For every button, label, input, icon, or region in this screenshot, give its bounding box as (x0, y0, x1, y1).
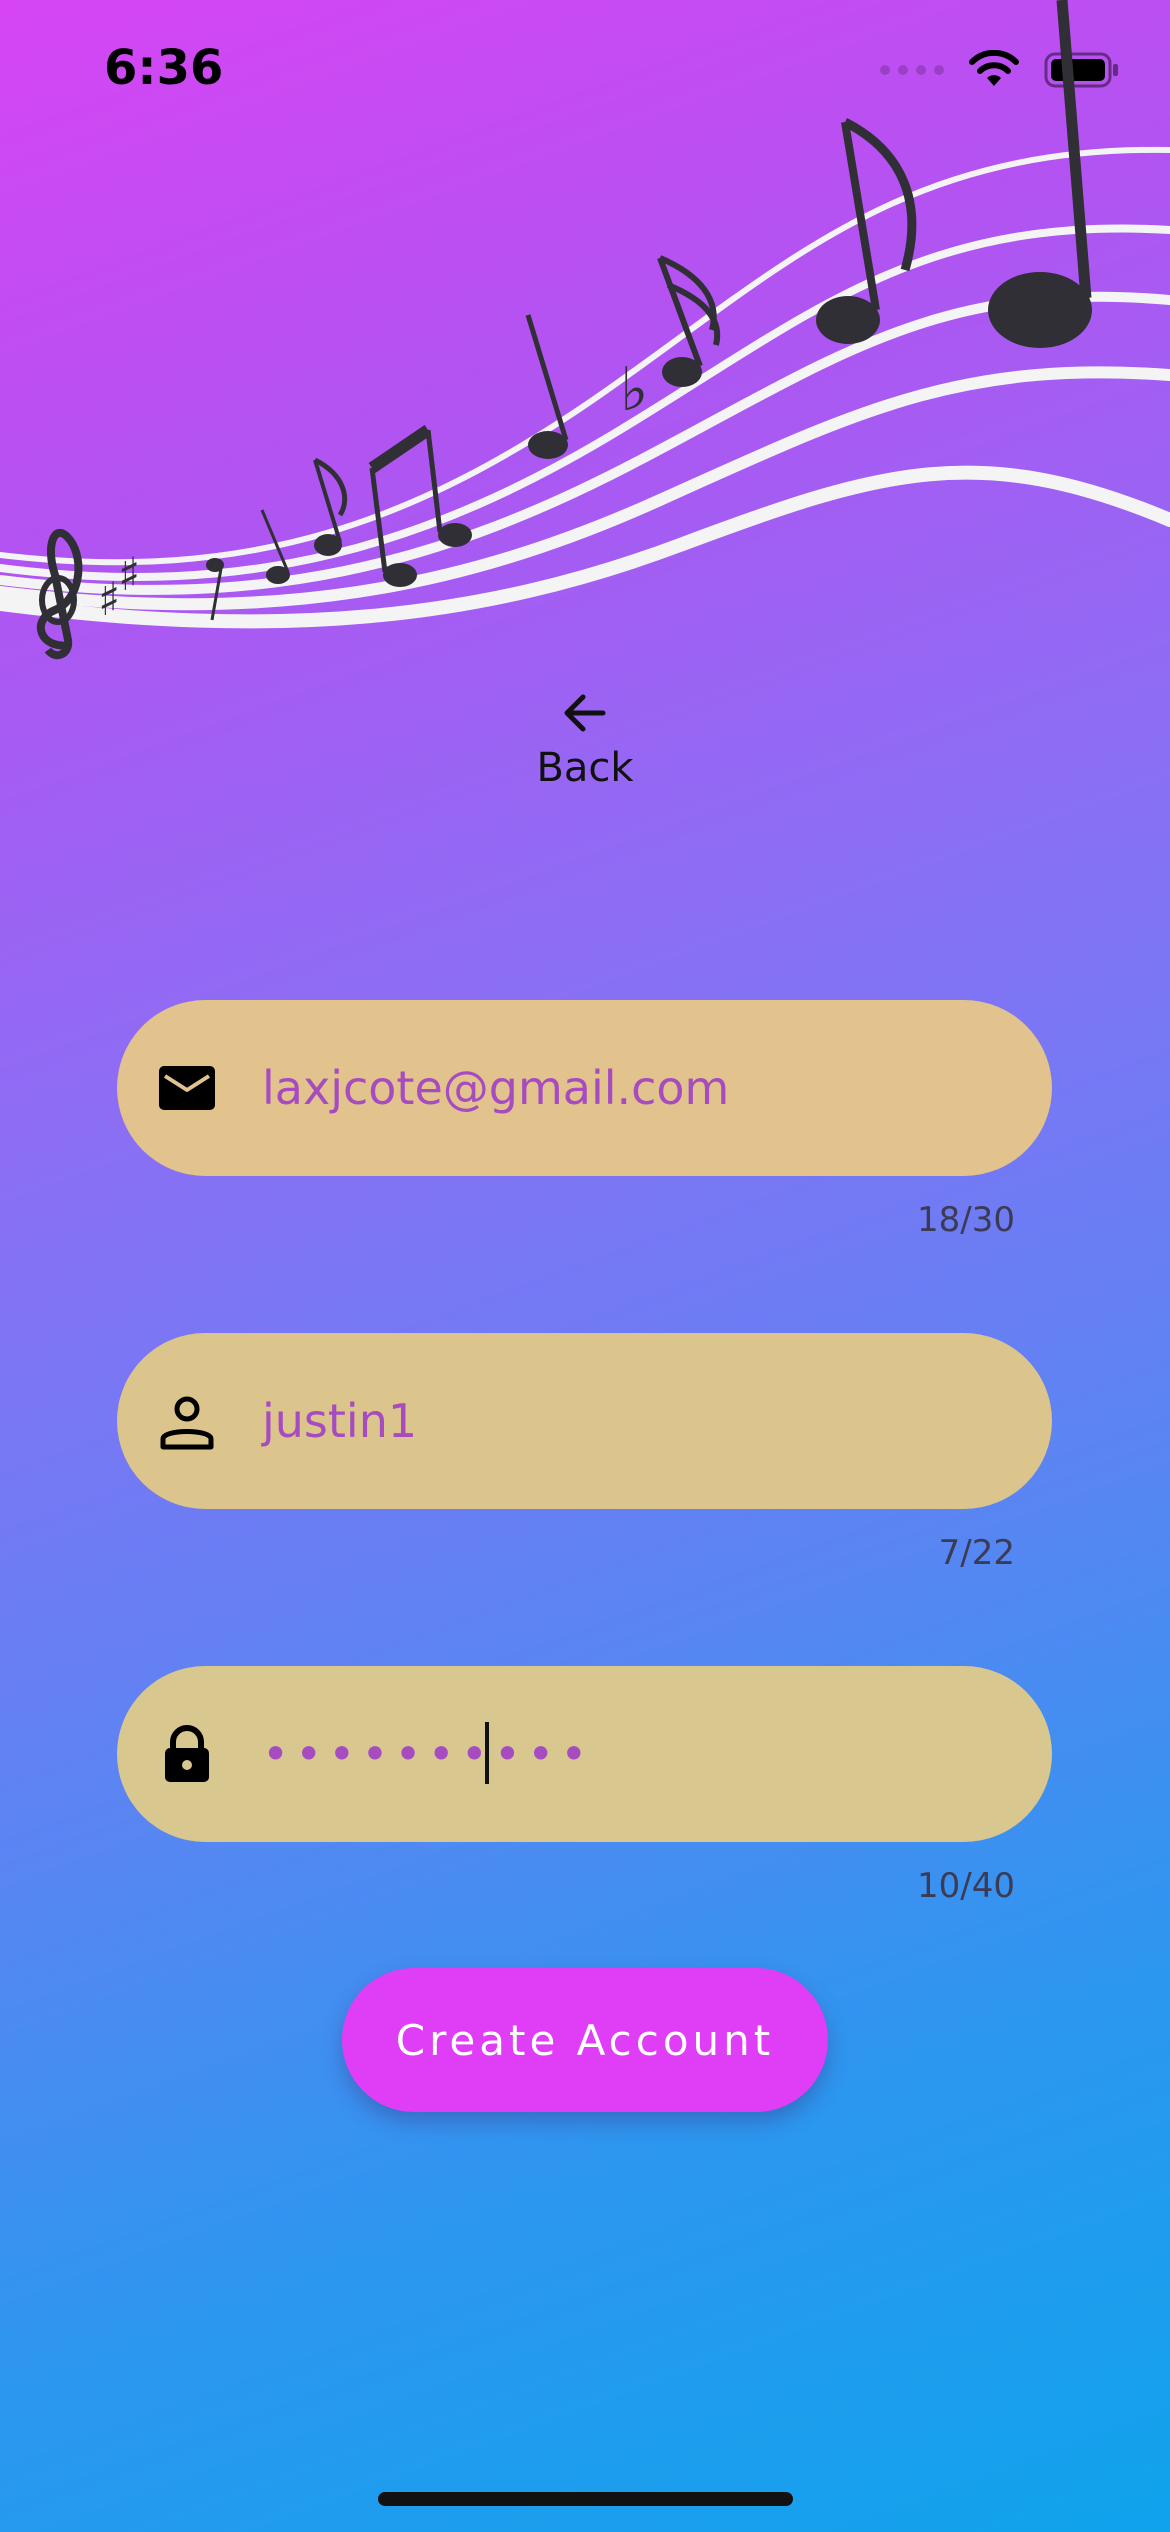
username-character-counter: 7/22 (938, 1533, 1015, 1573)
back-label: Back (536, 745, 634, 791)
svg-text:♭: ♭ (620, 355, 648, 425)
create-account-button[interactable]: Create Account (342, 1968, 828, 2112)
text-cursor (485, 1722, 489, 1784)
password-field[interactable]: •••••••••• (117, 1666, 1052, 1842)
email-field[interactable]: laxjcote@gmail.com (117, 1000, 1052, 1176)
arrow-left-icon (564, 694, 606, 732)
back-button[interactable]: Back (485, 685, 685, 805)
music-staff-illustration: ♯ ♯ ♭ (0, 0, 1170, 660)
envelope-icon (159, 1066, 215, 1110)
username-field[interactable]: justin1 (117, 1333, 1052, 1509)
username-input[interactable]: justin1 (262, 1333, 417, 1509)
password-input[interactable]: •••••••••• (262, 1666, 593, 1842)
svg-text:♯: ♯ (118, 547, 140, 601)
email-input[interactable]: laxjcote@gmail.com (262, 1000, 729, 1176)
person-icon (160, 1396, 214, 1450)
home-indicator[interactable] (378, 2492, 793, 2506)
email-character-counter: 18/30 (917, 1200, 1015, 1240)
svg-text:♯: ♯ (98, 572, 120, 626)
password-character-counter: 10/40 (917, 1866, 1015, 1906)
lock-icon (165, 1725, 209, 1782)
